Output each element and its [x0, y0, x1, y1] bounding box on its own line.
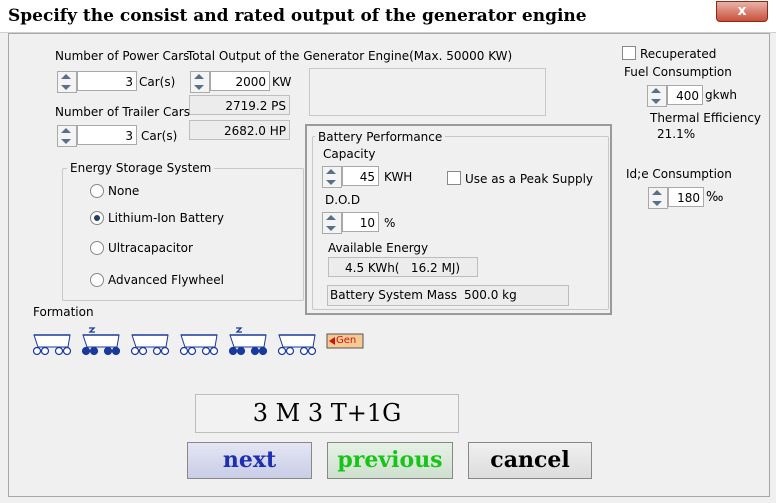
- output-notes-box: [309, 68, 546, 116]
- radio-lithium-ion-label[interactable]: Lithium-Ion Battery: [108, 211, 224, 225]
- power-car-icon: [81, 327, 121, 356]
- fuel-consumption-label: Fuel Consumption: [624, 65, 732, 79]
- trailer-car-icon: [130, 334, 170, 356]
- output-hp-readout: 2682.0 HP: [189, 120, 290, 140]
- cancel-button[interactable]: cancel: [468, 442, 592, 479]
- capacity-input[interactable]: 45: [342, 166, 379, 186]
- capacity-spinner[interactable]: [322, 166, 342, 188]
- spin-up-icon[interactable]: [326, 169, 336, 174]
- previous-button[interactable]: previous: [327, 442, 453, 479]
- dod-unit: %: [384, 216, 396, 230]
- total-output-input[interactable]: 2000: [210, 71, 270, 91]
- spin-down-icon[interactable]: [194, 85, 204, 90]
- thermal-efficiency-label: Thermal Efficiency: [650, 111, 762, 125]
- fuel-unit: gkwh: [705, 88, 737, 102]
- idle-unit: ‰: [706, 190, 724, 205]
- battery-performance-label: Battery Performance: [315, 130, 446, 144]
- battery-mass-value: 500.0 kg: [464, 288, 517, 302]
- available-energy-readout: 4.5 KWh( 16.2 MJ): [328, 257, 478, 277]
- power-cars-label: Number of Power Cars: [55, 49, 190, 63]
- radio-ultracapacitor-label[interactable]: Ultracapacitor: [108, 241, 193, 255]
- dod-input[interactable]: 10: [342, 212, 379, 232]
- radio-selected-dot: [94, 215, 100, 221]
- trailer-cars-unit: Car(s): [141, 129, 178, 143]
- available-energy-label: Available Energy: [328, 241, 429, 255]
- spin-up-icon[interactable]: [61, 74, 71, 79]
- peak-supply-checkbox[interactable]: [447, 171, 461, 185]
- power-cars-spinner[interactable]: [57, 71, 77, 93]
- power-cars-unit: Car(s): [139, 75, 176, 89]
- next-button[interactable]: next: [187, 442, 312, 479]
- recuperated-label[interactable]: Recuperated: [640, 47, 716, 61]
- spin-up-icon[interactable]: [652, 190, 662, 195]
- spin-up-icon[interactable]: [326, 215, 336, 220]
- energy-storage-label: Energy Storage System: [67, 161, 215, 175]
- power-cars-input[interactable]: 3: [77, 71, 137, 91]
- trailer-car-icon: [32, 334, 72, 356]
- trailer-cars-label: Number of Trailer Cars: [55, 105, 190, 119]
- total-output-spinner[interactable]: [190, 71, 210, 93]
- spin-down-icon[interactable]: [326, 226, 336, 231]
- peak-supply-label[interactable]: Use as a Peak Supply: [465, 172, 593, 186]
- radio-ultracapacitor[interactable]: [90, 241, 104, 255]
- idle-input[interactable]: 180: [668, 187, 704, 207]
- fuel-input[interactable]: 400: [667, 85, 703, 105]
- trailer-car-icon: [277, 334, 317, 356]
- close-button[interactable]: x: [716, 1, 768, 22]
- trailer-car-icon: [179, 334, 219, 356]
- dod-spinner[interactable]: [322, 212, 342, 234]
- recuperated-checkbox[interactable]: [622, 46, 636, 60]
- formation-label: Formation: [33, 305, 94, 319]
- trailer-cars-spinner[interactable]: [57, 125, 77, 147]
- spin-up-icon[interactable]: [651, 88, 661, 93]
- radio-flywheel-label[interactable]: Advanced Flywheel: [108, 273, 224, 287]
- radio-flywheel[interactable]: [90, 273, 104, 287]
- radio-lithium-ion[interactable]: [90, 211, 104, 225]
- spin-up-icon[interactable]: [61, 128, 71, 133]
- output-ps-readout: 2719.2 PS: [189, 95, 290, 115]
- radio-none-label[interactable]: None: [108, 184, 139, 198]
- total-output-unit: KW: [272, 75, 292, 89]
- window-title: Specify the consist and rated output of …: [8, 6, 587, 26]
- idle-consumption-label: Id;e Consumption: [626, 167, 732, 181]
- formation-code: 3 M 3 T+1G: [195, 394, 459, 433]
- power-car-icon: [228, 327, 268, 356]
- idle-spinner[interactable]: [648, 187, 668, 209]
- radio-none[interactable]: [90, 184, 104, 198]
- battery-mass-label: Battery System Mass: [330, 288, 458, 302]
- title-bar: Specify the consist and rated output of …: [0, 0, 776, 33]
- spin-down-icon[interactable]: [651, 99, 661, 104]
- capacity-label: Capacity: [323, 147, 376, 161]
- spin-down-icon[interactable]: [61, 85, 71, 90]
- spin-down-icon[interactable]: [61, 139, 71, 144]
- total-output-label: Total Output of the Generator Engine(Max…: [187, 49, 513, 63]
- spin-up-icon[interactable]: [194, 74, 204, 79]
- dod-label: D.O.D: [325, 193, 361, 207]
- spin-down-icon[interactable]: [652, 201, 662, 206]
- thermal-efficiency-value: 21.1%: [657, 127, 696, 141]
- capacity-unit: KWH: [384, 170, 413, 184]
- fuel-spinner[interactable]: [647, 85, 667, 107]
- spin-down-icon[interactable]: [326, 180, 336, 185]
- trailer-cars-input[interactable]: 3: [77, 125, 137, 145]
- generator-car-label: Gen: [336, 335, 357, 346]
